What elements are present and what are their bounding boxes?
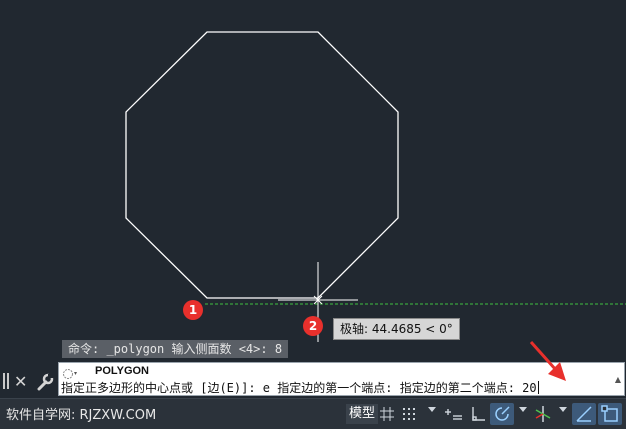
drawing-canvas[interactable] [0,0,626,362]
dynamic-input-icon[interactable] [444,403,464,425]
grip-icon[interactable] [3,373,11,389]
drawing-viewport[interactable]: 1 2 极轴: 44.4685 < 0° 命令: _polygon 输入侧面数 … [0,0,626,362]
command-icon[interactable] [63,366,77,380]
status-bar: 软件自学网: RJZXW.COM 模型 [0,398,626,429]
ortho-icon[interactable] [468,403,488,425]
isodraft-icon[interactable] [532,403,554,425]
grid-icon[interactable] [378,403,396,425]
polar-tooltip: 极轴: 44.4685 < 0° [333,318,460,340]
close-icon[interactable]: ✕ [14,372,27,392]
isodraft-dropdown-icon[interactable] [559,407,567,412]
command-prompt-line[interactable]: 指定正多边形的中心点或 [边(E)]: e 指定边的第一个端点: 指定边的第二个… [61,379,539,396]
object-snap-icon[interactable] [598,403,622,425]
object-snap-tracking-icon[interactable] [572,403,596,425]
command-name: POLYGON [95,365,149,377]
command-input-box[interactable]: POLYGON 指定正多边形的中心点或 [边(E)]: e 指定边的第一个端点:… [58,362,625,396]
octagon-shape [125,31,399,299]
polar-tracking-icon[interactable] [490,403,514,425]
dropdown-icon[interactable] [428,407,436,412]
model-tab[interactable]: 模型 [346,404,379,424]
step-marker-2: 2 [303,316,323,336]
command-input-value[interactable]: 20 [522,381,536,395]
scroll-up-icon[interactable]: ▲ [615,375,621,384]
command-prompt-text: 指定正多边形的中心点或 [边(E)]: e 指定边的第一个端点: 指定边的第二个… [61,381,523,395]
snap-grid-icon[interactable] [400,403,418,425]
step-marker-1: 1 [183,300,203,320]
command-history-line: 命令: _polygon 输入侧面数 <4>: 8 [62,340,289,358]
text-caret [537,381,539,394]
watermark-text: 软件自学网: RJZXW.COM [6,408,157,423]
wrench-icon[interactable] [36,372,54,392]
polar-dropdown-icon[interactable] [519,407,527,412]
